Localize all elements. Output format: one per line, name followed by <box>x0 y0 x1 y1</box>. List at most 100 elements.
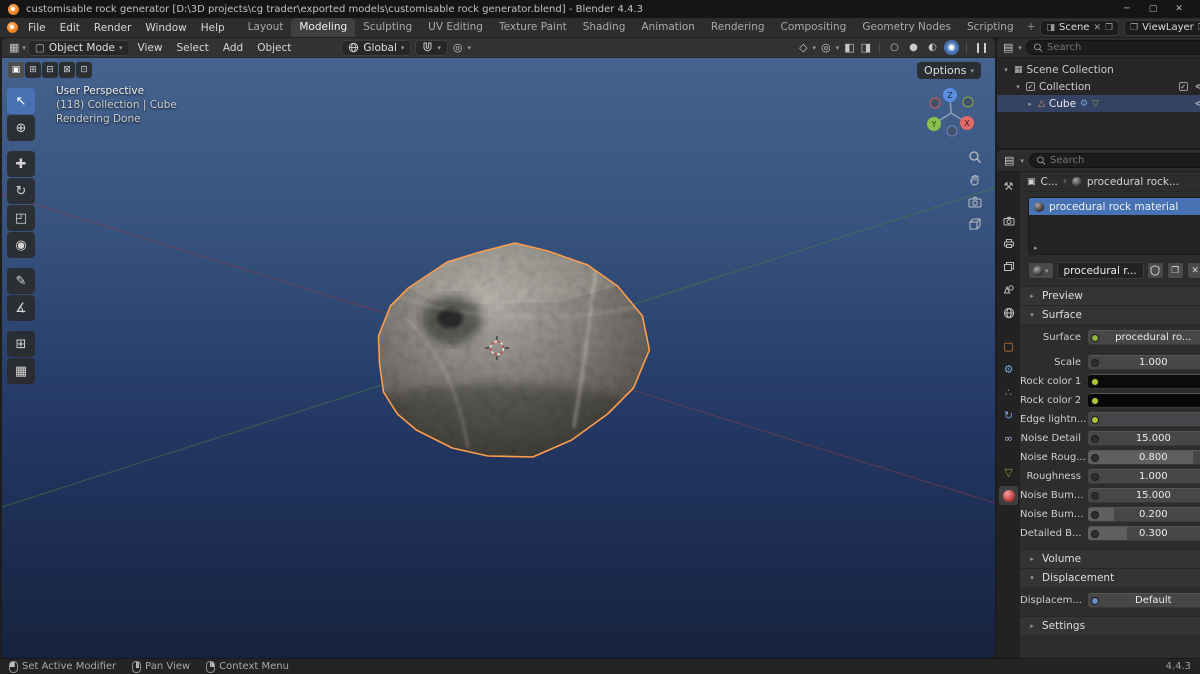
workspace-tab-sculpting[interactable]: Sculpting <box>355 18 420 37</box>
edge-lightness-swatch[interactable] <box>1088 412 1200 427</box>
minimize-button[interactable]: ─ <box>1114 4 1140 14</box>
slot-expand-icon[interactable]: ▸ <box>1034 244 1038 252</box>
show-overlays-toggle[interactable]: ◎ <box>820 41 832 54</box>
props-tab-constraints[interactable]: ∞ <box>999 429 1018 448</box>
viewport-3d[interactable]: ▣ ⊞ ⊟ ⊠ ⊡ Options ▾ User Perspective (11… <box>2 58 995 658</box>
displacement-button[interactable]: Default <box>1088 593 1200 608</box>
menu-view[interactable]: View <box>132 42 169 54</box>
menu-add[interactable]: Add <box>217 42 249 54</box>
expand-icon[interactable]: ▸ <box>1026 100 1034 108</box>
axis-neg-z-handle[interactable] <box>946 125 958 137</box>
editor-type-icon[interactable]: ▦ <box>8 41 20 54</box>
menu-edit[interactable]: Edit <box>53 21 87 35</box>
show-gizmo-toggle[interactable]: ◇ <box>798 41 808 54</box>
shading-material-button[interactable]: ◐ <box>925 40 940 55</box>
shading-wireframe-button[interactable]: ○ <box>887 40 902 55</box>
hide-eye-icon[interactable] <box>1194 82 1200 91</box>
workspace-tab-geometry-nodes[interactable]: Geometry Nodes <box>854 18 959 37</box>
maximize-button[interactable]: ▢ <box>1140 4 1166 14</box>
noise-detail-field[interactable]: 15.000 <box>1088 431 1200 446</box>
workspace-tab-scripting[interactable]: Scripting <box>959 18 1022 37</box>
pan-hand-icon[interactable] <box>968 173 982 187</box>
ortho-toggle-icon[interactable] <box>968 217 982 231</box>
tool-select-box[interactable]: ↖ <box>7 88 35 114</box>
pause-render-icon[interactable] <box>977 42 986 53</box>
outliner-search[interactable] <box>1025 40 1200 55</box>
breadcrumb-object[interactable]: C... <box>1041 176 1058 188</box>
properties-search-input[interactable] <box>1050 155 1200 166</box>
tool-extra[interactable]: ▦ <box>7 358 35 384</box>
expand-icon[interactable]: ▾ <box>1002 66 1010 74</box>
detailed-bump-slider[interactable]: 0.300 <box>1088 526 1200 541</box>
camera-view-icon[interactable] <box>968 196 982 208</box>
toggle-xray-button[interactable]: ◧ <box>843 41 855 54</box>
workspace-tab-uv-editing[interactable]: UV Editing <box>420 18 491 37</box>
scene-selector[interactable]: ◨ Scene ✕ ❐ <box>1040 19 1120 36</box>
props-tab-tool[interactable]: ⚒ <box>999 177 1018 196</box>
workspace-tab-compositing[interactable]: Compositing <box>773 18 855 37</box>
mode-selector[interactable]: ▢ Object Mode ▾ <box>27 39 130 56</box>
select-mode-invert-button[interactable]: ⊠ <box>59 62 75 78</box>
noise-bump-strength-slider[interactable]: 0.200 <box>1088 507 1200 522</box>
workspace-tab-texture-paint[interactable]: Texture Paint <box>491 18 575 37</box>
props-tab-particles[interactable]: ∴ <box>999 383 1018 402</box>
close-button[interactable]: ✕ <box>1166 4 1192 14</box>
compositor-toggle[interactable]: ◨ <box>860 41 872 54</box>
tool-transform[interactable]: ◉ <box>7 232 35 258</box>
surface-shader-button[interactable]: procedural ro... <box>1088 330 1200 345</box>
transform-orientation-selector[interactable]: Global ▾ <box>341 39 412 56</box>
menu-help[interactable]: Help <box>194 21 232 35</box>
properties-search[interactable] <box>1028 153 1200 168</box>
tool-rotate[interactable]: ↻ <box>7 178 35 204</box>
material-slot-list[interactable]: procedural rock material ▸ <box>1028 197 1200 255</box>
props-tab-physics[interactable]: ↻ <box>999 406 1018 425</box>
noise-roughness-slider[interactable]: 0.800 <box>1088 450 1200 465</box>
panel-volume[interactable]: ▸ Volume <box>1020 549 1200 568</box>
proportional-editing-toggle[interactable]: ◎ <box>452 41 464 54</box>
menu-render[interactable]: Render <box>87 21 138 35</box>
props-tab-modifiers[interactable]: ⚙ <box>999 360 1018 379</box>
props-tab-world[interactable] <box>999 303 1018 322</box>
collection-exclude-checkbox[interactable]: ✓ <box>1178 82 1188 91</box>
axis-neg-y-handle[interactable] <box>962 96 974 108</box>
shading-solid-button[interactable]: ● <box>906 40 921 55</box>
material-name-field[interactable]: procedural r... <box>1056 262 1144 279</box>
shading-rendered-button[interactable]: ◉ <box>944 40 959 55</box>
properties-editor-icon[interactable]: ▤ <box>1003 154 1015 167</box>
breadcrumb-material[interactable]: procedural rock... <box>1087 176 1179 188</box>
options-button[interactable]: Options ▾ <box>917 62 981 79</box>
menu-file[interactable]: File <box>21 21 53 35</box>
zoom-icon[interactable] <box>968 150 982 164</box>
hide-eye-icon[interactable] <box>1194 99 1200 108</box>
outliner-row-scene-collection[interactable]: ▾ ▦ Scene Collection <box>997 61 1200 78</box>
panel-settings[interactable]: ▸ Settings <box>1020 616 1200 635</box>
unlink-scene-icon[interactable]: ✕ <box>1093 23 1101 33</box>
props-tab-object-data[interactable]: ▽ <box>999 463 1018 482</box>
outliner-editor-icon[interactable]: ▤ <box>1002 41 1014 54</box>
outliner-row-cube[interactable]: ▸ △ Cube ⚙ ▽ <box>997 95 1200 112</box>
workspace-tab-modeling[interactable]: Modeling <box>291 18 356 37</box>
select-mode-intersect-button[interactable]: ⊡ <box>76 62 92 78</box>
tool-measure[interactable]: ∡ <box>7 295 35 321</box>
props-tab-render[interactable] <box>999 211 1018 230</box>
noise-bump-scale-field[interactable]: 15.000 <box>1088 488 1200 503</box>
props-tab-output[interactable] <box>999 234 1018 253</box>
outliner-row-collection[interactable]: ▾ ✓ Collection ✓ <box>997 78 1200 95</box>
snapping-toggle[interactable]: ▾ <box>415 39 448 56</box>
navigation-gizmo[interactable]: Z Y X <box>923 85 979 141</box>
scale-value-field[interactable]: 1.000 <box>1088 355 1200 370</box>
workspace-tab-shading[interactable]: Shading <box>575 18 634 37</box>
roughness-field[interactable]: 1.000 <box>1088 469 1200 484</box>
props-tab-scene[interactable] <box>999 280 1018 299</box>
panel-displacement[interactable]: ▾ Displacement <box>1020 568 1200 587</box>
viewlayer-selector[interactable]: ❐ ViewLayer ❐ <box>1124 19 1200 36</box>
fake-user-button[interactable] <box>1146 262 1164 279</box>
workspace-tab-animation[interactable]: Animation <box>633 18 703 37</box>
menu-select[interactable]: Select <box>170 42 214 54</box>
rock-object[interactable] <box>326 236 675 476</box>
workspace-tab-layout[interactable]: Layout <box>240 18 292 37</box>
outliner-search-input[interactable] <box>1047 42 1200 53</box>
props-tab-object[interactable]: ▢ <box>999 337 1018 356</box>
menu-window[interactable]: Window <box>138 21 193 35</box>
select-mode-subtract-button[interactable]: ⊟ <box>42 62 58 78</box>
